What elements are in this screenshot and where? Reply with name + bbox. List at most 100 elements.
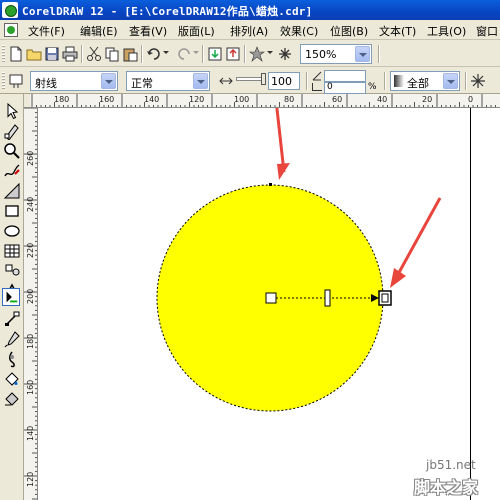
fill-type-combo[interactable]: 射线 <box>30 71 118 91</box>
interactive-mesh-icon[interactable] <box>3 390 21 408</box>
edge-pad-spinner[interactable] <box>324 70 366 82</box>
separator <box>384 72 386 90</box>
polygon-tool-icon[interactable] <box>3 242 21 260</box>
interactive-fill-icon[interactable] <box>3 310 21 328</box>
ruler-label: 140 <box>144 95 160 104</box>
freehand-tool-icon[interactable] <box>3 162 21 180</box>
separator <box>244 45 246 63</box>
ruler-label: 160 <box>99 95 115 104</box>
edge-pad-input[interactable]: 0 <box>324 82 366 94</box>
menu-file[interactable]: 文件(F) <box>28 23 65 39</box>
scope-value: 全部 <box>407 77 429 90</box>
zoom-level-combo[interactable]: 150% <box>300 44 372 64</box>
corel-online-icon[interactable] <box>277 46 293 62</box>
watermark-name: 脚本之家 <box>414 478 479 497</box>
ruler-label: 120 <box>189 95 205 104</box>
annotation-arrow <box>275 108 290 180</box>
menu-effects[interactable]: 效果(C) <box>280 23 318 39</box>
save-icon[interactable] <box>44 46 60 62</box>
horizontal-ruler[interactable]: 180 160 140 120 100 80 60 40 20 0 <box>30 94 500 108</box>
chevron-down-icon[interactable] <box>355 46 370 62</box>
annotation-arrow <box>390 197 442 288</box>
export-icon[interactable] <box>225 46 241 62</box>
basic-shapes-icon[interactable] <box>3 262 21 280</box>
copy-fill-properties-icon[interactable] <box>470 73 486 89</box>
watermark-site: jb51.net <box>426 458 476 472</box>
ruler-label: 240 <box>26 196 35 212</box>
app-launcher-dropdown-icon[interactable] <box>267 51 273 54</box>
menu-arrange[interactable]: 排列(A) <box>230 23 268 39</box>
ellipse-tool-icon[interactable] <box>3 222 21 240</box>
redo-dropdown-icon[interactable] <box>193 51 199 54</box>
menu-window[interactable]: 窗口 <box>476 23 498 39</box>
ruler-ticks <box>24 108 37 500</box>
ruler-label: 100 <box>234 95 250 104</box>
eyedropper-icon[interactable] <box>3 330 21 348</box>
paste-icon[interactable] <box>122 46 138 62</box>
ruler-label: 180 <box>54 95 70 104</box>
menu-bitmaps[interactable]: 位图(B) <box>330 23 368 39</box>
midpoint-input[interactable]: 100 <box>268 72 300 90</box>
percent-label: % <box>368 82 377 92</box>
outline-tool-icon[interactable] <box>3 350 21 368</box>
canvas-drawing <box>156 108 442 412</box>
standard-toolbar: 150% <box>0 41 500 67</box>
property-bar: 射线 正常 100 0 % 全部 <box>0 68 500 94</box>
menu-text[interactable]: 文本(T) <box>379 23 416 39</box>
menu-view[interactable]: 查看(V) <box>129 23 167 39</box>
fill-tool-icon[interactable] <box>3 370 21 388</box>
toolbar-grip <box>2 45 5 63</box>
scope-combo[interactable]: 全部 <box>390 71 460 91</box>
edge-pad-icon <box>312 83 322 91</box>
coreldraw-app-icon[interactable] <box>2 2 18 18</box>
gradient-midpoint-handle[interactable] <box>324 289 331 307</box>
menu-edit[interactable]: 编辑(E) <box>80 23 118 39</box>
smart-fill-icon[interactable] <box>3 182 21 200</box>
undo-icon[interactable] <box>146 46 162 62</box>
slider-thumb[interactable] <box>261 73 266 85</box>
blend-mode-value: 正常 <box>131 77 153 90</box>
midpoint-value: 100 <box>271 75 292 88</box>
edge-pad-value: 0 <box>327 82 333 92</box>
ruler-label: 0 <box>468 95 474 104</box>
interactive-tool-icon[interactable] <box>2 288 20 306</box>
vertical-ruler[interactable]: 260 240 220 200 180 160 140 120 <box>24 108 38 500</box>
menu-tools[interactable]: 工具(O) <box>427 23 466 39</box>
app-launcher-icon[interactable] <box>249 46 265 62</box>
gradient-end-handle-inner <box>381 293 389 303</box>
zoom-level-value: 150% <box>305 48 337 61</box>
chevron-down-icon[interactable] <box>101 73 116 89</box>
copy-icon[interactable] <box>104 46 120 62</box>
zoom-tool-icon[interactable] <box>3 142 21 160</box>
ruler-label: 80 <box>284 95 295 104</box>
toolbox <box>0 94 24 500</box>
shape-tool-icon[interactable] <box>3 122 21 140</box>
chevron-down-icon[interactable] <box>193 73 208 89</box>
separator <box>81 45 83 63</box>
menu-bar: 文件(F) 编辑(E) 查看(V) 版面(L) 排列(A) 效果(C) 位图(B… <box>0 20 500 40</box>
gradient-start-handle[interactable] <box>265 292 277 304</box>
midpoint-icon <box>219 77 233 85</box>
ruler-label: 180 <box>26 333 35 349</box>
document-icon[interactable] <box>4 23 18 37</box>
pick-tool-icon[interactable] <box>3 102 21 120</box>
open-icon[interactable] <box>26 46 42 62</box>
import-icon[interactable] <box>207 46 223 62</box>
undo-dropdown-icon[interactable] <box>163 51 169 54</box>
fill-type-value: 射线 <box>35 77 57 90</box>
circle-top-node[interactable] <box>269 183 272 186</box>
redo-icon[interactable] <box>176 46 192 62</box>
drawing-canvas[interactable] <box>38 108 500 500</box>
ruler-label: 40 <box>377 95 388 104</box>
new-icon[interactable] <box>8 46 24 62</box>
menu-layout[interactable]: 版面(L) <box>178 23 215 39</box>
print-icon[interactable] <box>62 46 78 62</box>
toolbar-grip <box>2 72 5 90</box>
rectangle-tool-icon[interactable] <box>3 202 21 220</box>
chevron-down-icon[interactable] <box>443 73 458 89</box>
cut-icon[interactable] <box>86 46 102 62</box>
fill-property-icon[interactable] <box>8 73 24 89</box>
midpoint-slider[interactable] <box>236 73 266 85</box>
ruler-label: 160 <box>26 379 35 395</box>
blend-mode-combo[interactable]: 正常 <box>126 71 210 91</box>
